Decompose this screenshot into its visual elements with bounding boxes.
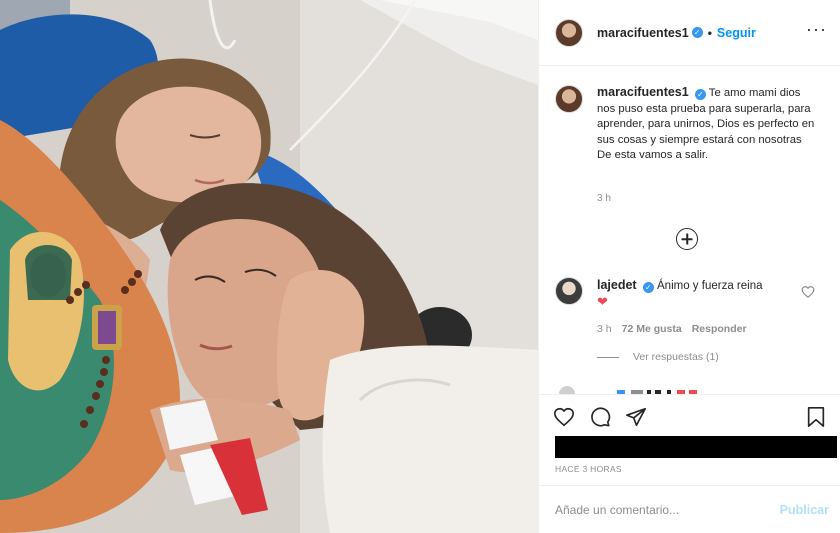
instagram-post: maracifuentes1 ✓ • Seguir ··· maracifuen…: [0, 0, 840, 533]
post-photo-illustration: [0, 0, 538, 533]
replies-divider-line: [597, 356, 619, 358]
caption: maracifuentes1 ✓ Te amo mami dios nos pu…: [555, 85, 817, 164]
comments-list[interactable]: maracifuentes1 ✓ Te amo mami dios nos pu…: [539, 67, 840, 394]
post-photo[interactable]: [0, 0, 538, 533]
comment-text: Ánimo y fuerza reina: [657, 280, 763, 292]
add-comment-bar: Publicar: [539, 485, 840, 533]
follow-button[interactable]: Seguir: [717, 26, 756, 40]
load-more-comments-icon[interactable]: [676, 228, 698, 250]
commenter-username[interactable]: lajedet: [597, 278, 637, 292]
redacted-likes-bar: [555, 436, 837, 458]
heart-outline-icon[interactable]: [553, 406, 575, 428]
action-bar: [539, 394, 840, 436]
comment-item: lajedet ✓ Ánimo y fuerza reina ❤: [555, 277, 797, 311]
separator-dot: •: [707, 25, 712, 40]
comment-icon[interactable]: [589, 406, 611, 428]
comment-input[interactable]: [555, 502, 780, 517]
publish-button[interactable]: Publicar: [780, 503, 829, 517]
post-timestamp[interactable]: HACE 3 HORAS: [555, 464, 622, 474]
verified-badge-icon: ✓: [694, 89, 706, 100]
author-username[interactable]: maracifuentes1: [597, 26, 689, 40]
bookmark-icon[interactable]: [805, 406, 827, 428]
comment-body: lajedet ✓ Ánimo y fuerza reina ❤: [597, 277, 797, 311]
verified-badge-icon: ✓: [642, 282, 654, 293]
comment-meta: 3 h 72 Me gusta Responder: [597, 323, 747, 335]
more-options-icon[interactable]: ···: [806, 20, 827, 38]
reply-button[interactable]: Responder: [692, 323, 747, 335]
comment-likes-count[interactable]: 72 Me gusta: [622, 323, 682, 335]
caption-avatar[interactable]: [555, 85, 583, 113]
share-icon[interactable]: [625, 406, 647, 428]
commenter-avatar[interactable]: [555, 277, 583, 305]
comment-time[interactable]: 3 h: [597, 323, 612, 335]
caption-username[interactable]: maracifuentes1: [597, 85, 689, 99]
caption-text-line2: De esta vamos a salir.: [597, 149, 709, 161]
caption-time[interactable]: 3 h: [597, 193, 611, 204]
view-replies-label: Ver respuestas (1): [633, 351, 719, 363]
view-replies-button[interactable]: Ver respuestas (1): [597, 351, 719, 363]
comment-like-heart-icon[interactable]: [801, 285, 815, 299]
post-side-panel: maracifuentes1 ✓ • Seguir ··· maracifuen…: [538, 0, 840, 533]
post-header: maracifuentes1 ✓ • Seguir ···: [539, 0, 840, 66]
verified-badge-icon: ✓: [691, 27, 703, 38]
next-comment-partial: [559, 386, 697, 394]
red-heart-emoji: ❤: [597, 294, 608, 309]
author-avatar[interactable]: [555, 18, 583, 47]
caption-body: maracifuentes1 ✓ Te amo mami dios nos pu…: [597, 85, 817, 164]
